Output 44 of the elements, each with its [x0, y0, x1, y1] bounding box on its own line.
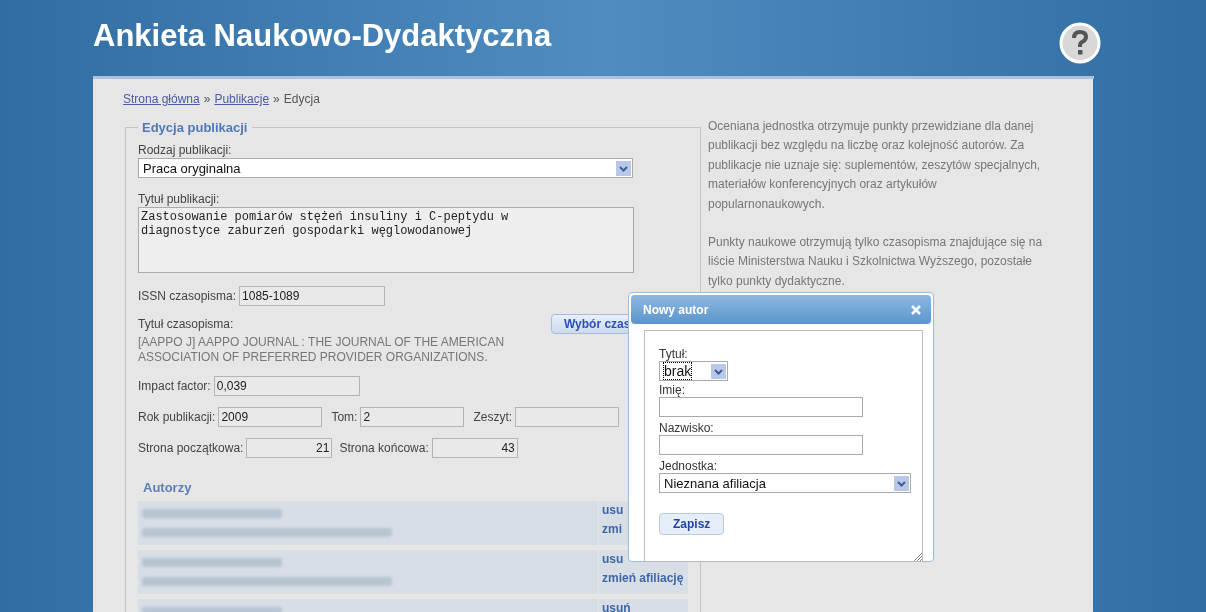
type-select[interactable]: Praca oryginalna	[138, 158, 633, 178]
field-label: Impact factor:	[138, 379, 211, 393]
field-label: Tytuł publikacji:	[138, 192, 221, 206]
field-label: Strona końcowa:	[339, 441, 429, 455]
field-label: Tytuł czasopisma:	[138, 317, 235, 331]
field-label: Tom:	[331, 410, 358, 424]
field-label: Nazwisko:	[659, 421, 715, 435]
dropdown[interactable]: Nieznana afiliacja	[659, 473, 911, 493]
issue-field[interactable]	[515, 407, 620, 427]
field-label: Tytuł:	[659, 347, 689, 361]
field-label: ISSN czasopisma:	[138, 289, 237, 303]
text-field[interactable]	[659, 397, 863, 417]
breadcrumb-link[interactable]: Publikacje	[214, 92, 270, 106]
field-label: Jednostka:	[659, 459, 719, 473]
field-label: Imię:	[659, 383, 686, 397]
issn-field[interactable]: 1085-1089	[239, 286, 386, 306]
dropdown[interactable]: brak	[659, 361, 728, 381]
field-label: Rok publikacji:	[138, 410, 216, 424]
text-field[interactable]	[659, 435, 863, 455]
info-paragraph: Punkty naukowe otrzymują tylko czasopisma znajdujące się na liście Ministerstwa Nauku i Szkolnictwa Wyższego, pozostałe tylko punkty dydaktyczne.	[708, 234, 1044, 290]
info-paragraph: Oceniana jednostka otrzymuje punkty przewidziane dla danej publikacji bez względu na liczbę oraz kolejność autorów. Za publikacje nie uznaje się: suplementów, zeszytów specjalnych, materiałów konferencyjnych oraz artykułów popularnonaukowych.	[708, 118, 1042, 213]
close-icon[interactable]	[911, 304, 921, 315]
end-page-field[interactable]: 43	[431, 438, 518, 458]
form-legend: Edycja publikacji	[138, 120, 252, 135]
author-action-link[interactable]: usuń	[602, 599, 688, 612]
site-title: Ankieta Naukowo-Dydaktyczna	[93, 18, 552, 54]
start-page-field[interactable]: 21	[246, 438, 333, 458]
resize-grip-icon[interactable]	[912, 551, 922, 561]
impact-factor-field[interactable]: 0,039	[213, 376, 360, 396]
breadcrumb-separator: »	[203, 92, 211, 106]
field-label: Zeszyt:	[473, 410, 513, 424]
breadcrumb-separator: »	[273, 92, 280, 106]
dialog-title: Nowy autor	[643, 302, 709, 317]
year-field[interactable]: 2009	[218, 407, 323, 427]
field-label: Strona początkowa:	[138, 441, 244, 455]
breadcrumb-link[interactable]: Strona główna	[123, 92, 200, 106]
volume-field[interactable]: 2	[360, 407, 465, 427]
author-action-link[interactable]: zmień afiliację	[602, 569, 688, 588]
breadcrumb-current: Edycja	[283, 92, 320, 106]
help-icon[interactable]	[1059, 22, 1101, 64]
save-button[interactable]: Zapisz	[659, 513, 725, 535]
journal-title: [AAPPO J] AAPPO JOURNAL : THE JOURNAL OF THE AMERICAN ASSOCIATION OF PREFERRED PROVIDER ORGANIZATIONS.	[138, 335, 506, 365]
field-label: Rodzaj publikacji:	[138, 143, 233, 157]
title-field[interactable]: Zastosowanie pomiarów stężeń insuliny i C-peptydu w diagnostyce zaburzeń gospodarki węglowodanowej	[138, 207, 634, 273]
